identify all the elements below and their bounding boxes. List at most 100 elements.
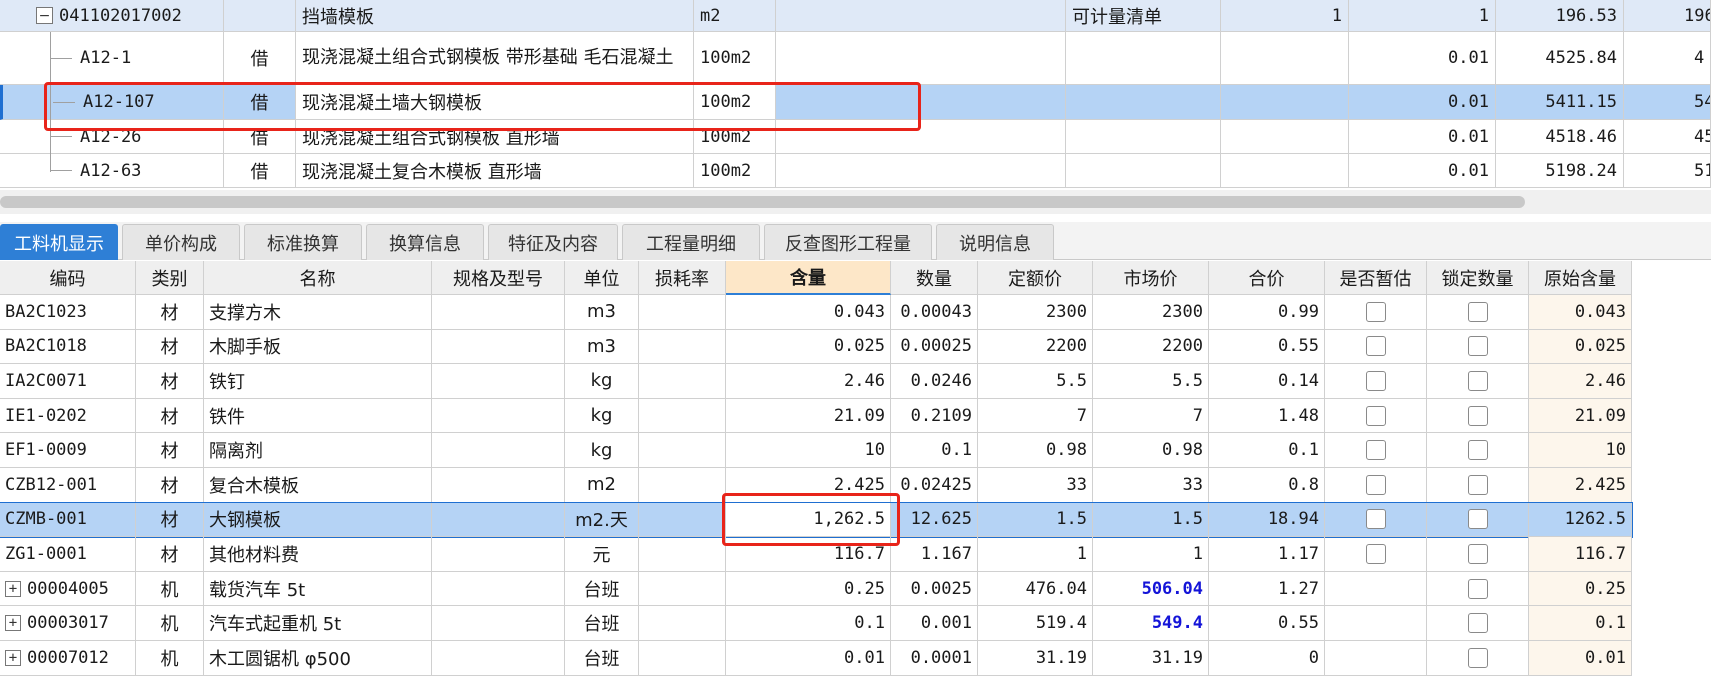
market-price-cell[interactable]: 7 [1093, 398, 1209, 434]
col-header-spec[interactable]: 规格及型号 [432, 261, 565, 295]
estimated-cell[interactable] [1325, 468, 1427, 503]
total-price-cell[interactable]: 0.1 [1209, 433, 1325, 468]
col-header-loss-rate[interactable]: 损耗率 [639, 261, 726, 295]
original-content-cell[interactable]: 2.46 [1529, 364, 1632, 399]
quantity-cell[interactable]: 1.167 [891, 537, 978, 572]
checkbox[interactable] [1365, 405, 1386, 426]
expr-cell[interactable] [776, 32, 1066, 85]
tab-labor-material-machine[interactable]: 工料机显示 [0, 224, 118, 260]
col-header-kind[interactable]: 类别 [136, 261, 204, 295]
content-cell[interactable]: 2.425 [726, 468, 891, 503]
quota-price-cell[interactable]: 1.5 [978, 502, 1093, 538]
checkbox[interactable] [1365, 509, 1386, 530]
code-cell[interactable]: IA2C0071 [0, 364, 136, 399]
estimated-cell[interactable] [1325, 641, 1427, 676]
code-cell[interactable]: +00004005 [0, 571, 136, 607]
total-price-cell[interactable]: 0 [1209, 641, 1325, 676]
quantity-cell[interactable]: 0.0246 [891, 364, 978, 399]
total-cell[interactable]: 196 [1624, 0, 1711, 32]
loss-rate-cell[interactable] [639, 295, 726, 330]
lock-quantity-cell[interactable] [1427, 295, 1529, 330]
qty-cell[interactable]: 0.01 [1349, 120, 1496, 154]
kind-cell[interactable]: 材 [136, 502, 204, 538]
total-cell[interactable]: 45 [1624, 120, 1711, 154]
expr-cell[interactable] [776, 0, 1066, 32]
spec-cell[interactable] [432, 537, 565, 572]
table-row[interactable]: − 041102017002 挡墙模板 m2 可计量清单 1 1 196.53 … [0, 0, 1711, 32]
expr-cell[interactable] [776, 154, 1066, 188]
qty-cell[interactable]: 0.01 [1349, 154, 1496, 188]
name-cell[interactable]: 其他材料费 [204, 537, 432, 572]
code-cell[interactable]: EF1-0009 [0, 433, 136, 468]
spec-cell[interactable] [432, 571, 565, 607]
kind-cell[interactable]: 机 [136, 571, 204, 607]
name-cell[interactable]: 铁钉 [204, 364, 432, 399]
qty-cell[interactable]: 0.01 [1349, 85, 1496, 120]
lock-quantity-cell[interactable] [1427, 364, 1529, 399]
qty-expr-cell[interactable] [1221, 120, 1349, 154]
code-cell[interactable]: CZB12-001 [0, 468, 136, 503]
code-cell[interactable]: A12-1 [0, 32, 224, 85]
original-content-cell[interactable]: 21.09 [1529, 398, 1632, 434]
unit-cell[interactable]: m3 [565, 295, 639, 330]
loss-rate-cell[interactable] [639, 606, 726, 641]
quota-price-cell[interactable]: 2300 [978, 295, 1093, 330]
original-content-cell[interactable]: 116.7 [1529, 537, 1632, 572]
total-price-cell[interactable]: 0.8 [1209, 468, 1325, 503]
type-cell[interactable]: 可计量清单 [1066, 0, 1221, 32]
name-cell[interactable]: 现浇混凝土复合木模板 直形墙 [296, 154, 694, 188]
code-cell[interactable]: A12-107 [0, 85, 224, 120]
unit-cell[interactable]: kg [565, 398, 639, 434]
minus-icon[interactable]: − [36, 7, 53, 24]
original-content-cell[interactable]: 1262.5 [1529, 502, 1632, 538]
type-cell[interactable] [1066, 154, 1221, 188]
spec-cell[interactable] [432, 606, 565, 641]
table-row-selected[interactable]: CZMB-001 材大钢模板 m2.天 1,262.5 12.625 1.5 1.5 18.9… [0, 501, 1633, 539]
plus-icon[interactable]: + [5, 615, 21, 632]
unit-cell[interactable]: m3 [565, 329, 639, 365]
code-cell[interactable]: A12-63 [0, 154, 224, 188]
spec-cell[interactable] [432, 398, 565, 434]
col-header-content[interactable]: 含量 [726, 261, 891, 295]
type-cell[interactable] [1066, 85, 1221, 120]
kind-cell[interactable]: 材 [136, 398, 204, 434]
original-content-cell[interactable]: 0.25 [1529, 571, 1632, 607]
kind-cell[interactable]: 借 [224, 85, 296, 120]
kind-cell[interactable]: 材 [136, 364, 204, 399]
checkbox[interactable] [1467, 613, 1488, 634]
lock-quantity-cell[interactable] [1427, 398, 1529, 434]
lock-quantity-cell[interactable] [1427, 571, 1529, 607]
unit-cell[interactable]: 台班 [565, 641, 639, 676]
quantity-cell[interactable]: 0.2109 [891, 398, 978, 434]
code-cell[interactable]: +00007012 [0, 641, 136, 676]
qty-expr-cell[interactable] [1221, 32, 1349, 85]
total-cell[interactable]: 51 [1624, 154, 1711, 188]
market-price-cell[interactable]: 31.19 [1093, 641, 1209, 676]
quota-price-cell[interactable]: 5.5 [978, 364, 1093, 399]
table-row[interactable]: A12-26 借 现浇混凝土组合式钢模板 直形墙 100m2 0.01 4518… [0, 120, 1711, 154]
kind-cell[interactable]: 借 [224, 154, 296, 188]
original-content-cell[interactable]: 0.043 [1529, 295, 1632, 330]
unit-cell[interactable]: 元 [565, 537, 639, 572]
price-cell[interactable]: 4518.46 [1496, 120, 1624, 154]
estimated-cell[interactable] [1325, 537, 1427, 572]
lock-quantity-cell[interactable] [1427, 329, 1529, 365]
col-header-original-content[interactable]: 原始含量 [1529, 261, 1632, 295]
lock-quantity-cell[interactable] [1427, 641, 1529, 676]
kind-cell[interactable]: 材 [136, 295, 204, 330]
estimated-cell[interactable] [1325, 364, 1427, 399]
quota-price-cell[interactable]: 519.4 [978, 606, 1093, 641]
col-header-lock-quantity[interactable]: 锁定数量 [1427, 261, 1529, 295]
col-header-code[interactable]: 编码 [0, 261, 136, 295]
name-cell[interactable]: 铁件 [204, 398, 432, 434]
plus-icon[interactable]: + [5, 649, 21, 666]
spec-cell[interactable] [432, 641, 565, 676]
checkbox[interactable] [1467, 543, 1488, 564]
estimated-cell[interactable] [1325, 329, 1427, 365]
market-price-cell[interactable]: 2200 [1093, 329, 1209, 365]
table-row-selected[interactable]: A12-107 借 现浇混凝土墙大钢模板 100m2 0.01 5411.15 … [0, 85, 1711, 120]
name-cell[interactable]: 木工圆锯机 φ500 [204, 641, 432, 676]
type-cell[interactable] [1066, 120, 1221, 154]
kind-cell[interactable]: 借 [224, 120, 296, 154]
qty-cell[interactable]: 0.01 [1349, 32, 1496, 85]
